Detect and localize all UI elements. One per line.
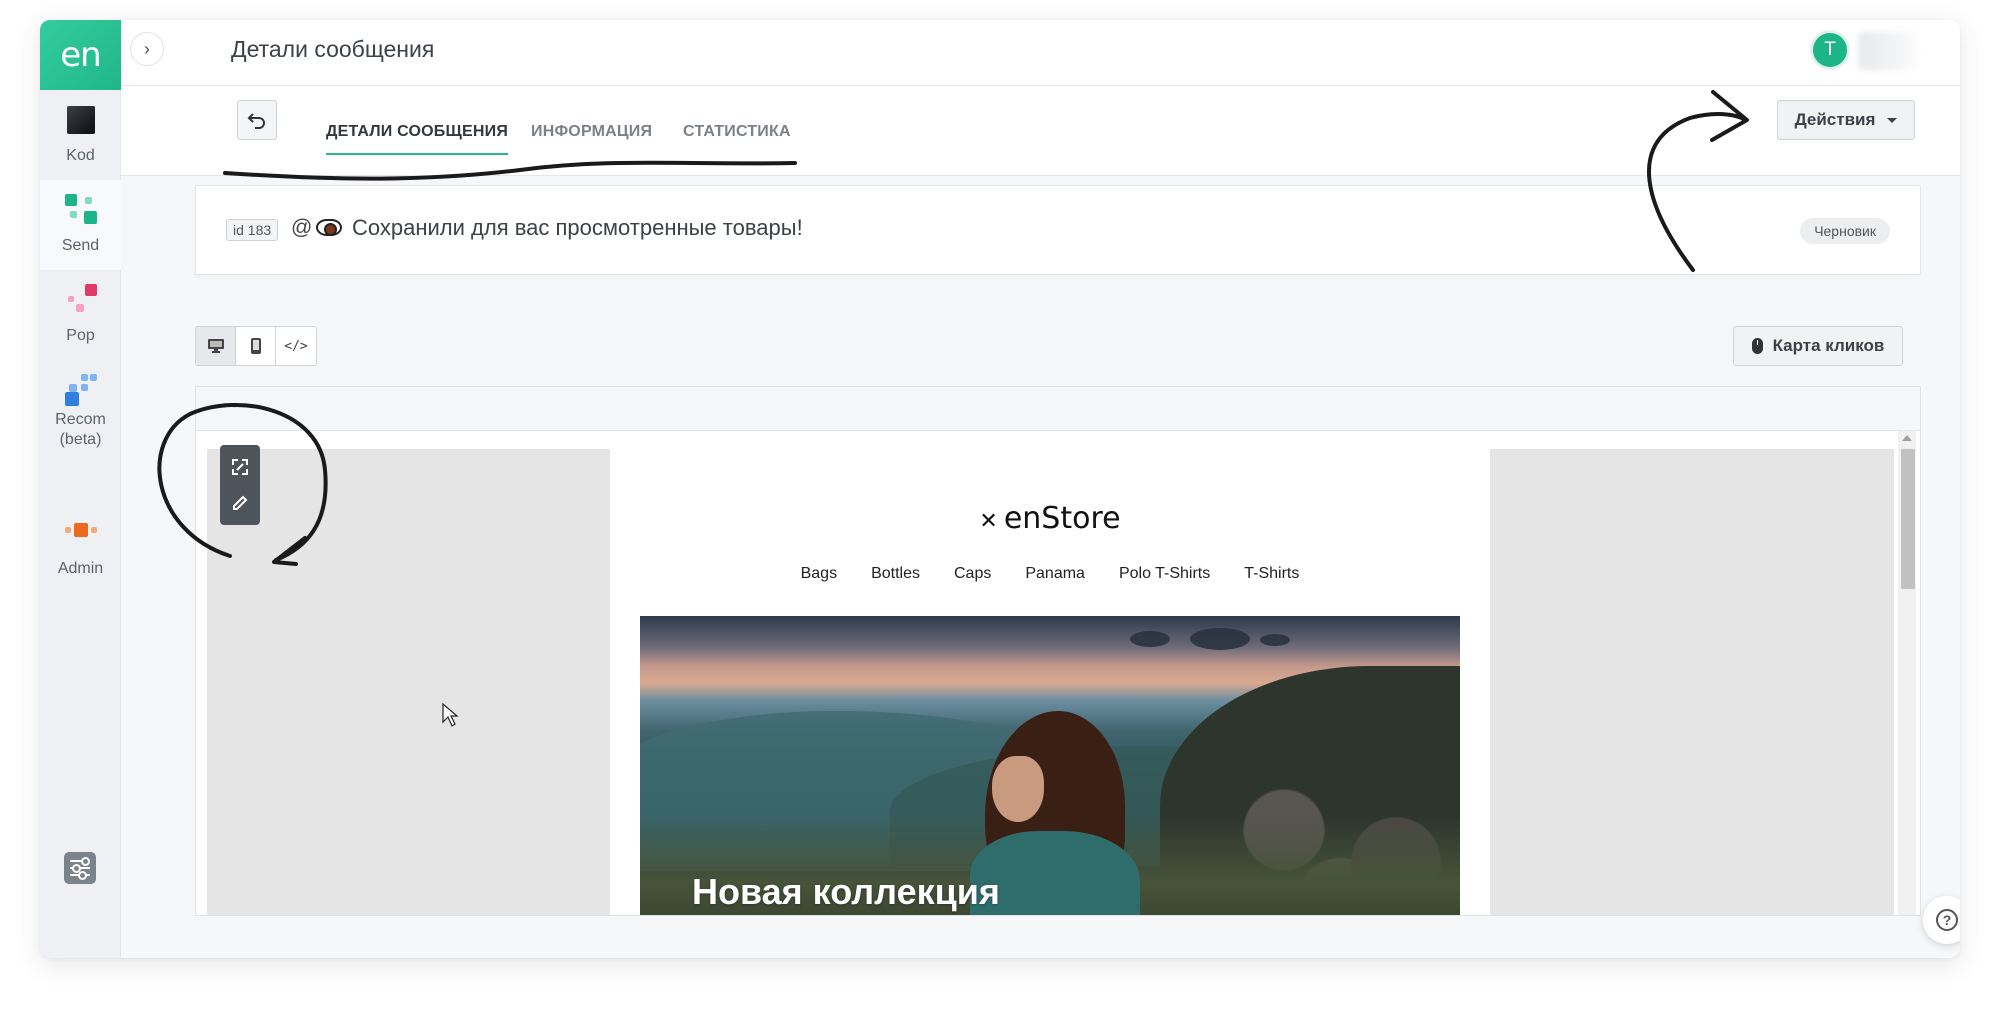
help-button[interactable]: ? (1923, 896, 1960, 944)
status-badge: Черновик (1800, 218, 1890, 244)
undo-icon (247, 113, 265, 129)
sidebar-item-label: Admin (57, 560, 104, 577)
caret-down-icon (1887, 117, 1898, 123)
sidebar-item-label: Pop (66, 327, 95, 344)
sidebar-item-kod[interactable]: Kod (40, 90, 121, 180)
pencil-icon[interactable] (230, 493, 250, 513)
preview-mode-toggle: </> (195, 326, 317, 366)
email-nav-link[interactable]: Panama (1025, 565, 1085, 583)
email-nav-link[interactable]: T-Shirts (1244, 565, 1299, 583)
chevron-right-icon: › (144, 38, 150, 59)
email-nav: Bags Bottles Caps Panama Polo T-Shirts T… (610, 565, 1490, 583)
message-id-badge: id 183 (226, 219, 279, 241)
email-nav-link[interactable]: Caps (954, 565, 991, 583)
email-background-left (207, 449, 610, 915)
sidebar-item-recom[interactable]: Recom (beta) (40, 360, 121, 450)
actions-dropdown-button[interactable]: Действия (1777, 100, 1915, 140)
email-nav-link[interactable]: Bags (801, 565, 837, 583)
sidebar-toggle-button[interactable]: › (130, 32, 164, 66)
avatar[interactable]: T (1810, 30, 1850, 70)
send-icon (64, 194, 97, 226)
sidebar-item-label: Send (61, 237, 100, 254)
tabs-bar: ДЕТАЛИ СООБЩЕНИЯ ИНФОРМАЦИЯ СТАТИСТИКА Д… (121, 86, 1960, 176)
sidebar: en Kod Send Pop Recom (beta) Admin (40, 20, 121, 958)
sidebar-item-label: Recom (beta) (55, 411, 106, 448)
email-hero-image[interactable]: Новая коллекция (640, 616, 1460, 915)
brand-mark-icon: ✕ (979, 509, 998, 534)
eye-icon (316, 219, 342, 236)
top-bar: Детали сообщения T (121, 20, 1960, 86)
code-icon: </> (284, 338, 308, 354)
email-channel-icon: @ (291, 216, 313, 239)
admin-icon (64, 517, 97, 549)
preview-toolbar (196, 387, 1920, 431)
hero-title: Новая коллекция (692, 871, 1000, 912)
email-background-right (1490, 449, 1894, 915)
message-summary-card: id 183 @ Сохранили для вас просмотренные… (195, 185, 1921, 275)
message-subject: Сохранили для вас просмотренные товары! (352, 215, 803, 240)
email-nav-link[interactable]: Polo T-Shirts (1119, 565, 1210, 583)
email-nav-link[interactable]: Bottles (871, 565, 920, 583)
tab-statistics[interactable]: СТАТИСТИКА (683, 123, 791, 153)
scroll-up-arrow-icon[interactable] (1902, 435, 1912, 441)
app-window: en Kod Send Pop Recom (beta) Admin Детал… (40, 20, 1960, 958)
mobile-view-button[interactable] (236, 327, 276, 365)
email-preview-frame: ✕ enStore Bags Bottles Caps Panama Polo T… (195, 386, 1921, 916)
expand-icon[interactable] (230, 457, 250, 477)
mouse-icon (1751, 338, 1763, 354)
desktop-icon (207, 339, 224, 353)
app-logo[interactable]: en (40, 20, 121, 90)
tab-message-details[interactable]: ДЕТАЛИ СООБЩЕНИЯ (326, 123, 509, 155)
user-name-blurred[interactable] (1858, 32, 1920, 70)
code-view-button[interactable]: </> (276, 327, 316, 365)
tab-information[interactable]: ИНФОРМАЦИЯ (531, 123, 652, 153)
sliders-icon[interactable] (64, 852, 96, 884)
page-title: Детали сообщения (231, 36, 435, 62)
block-edit-toolbar (220, 445, 260, 525)
sidebar-item-admin[interactable]: Admin (40, 503, 121, 593)
dots-icon (222, 403, 247, 408)
scroll-thumb[interactable] (1901, 449, 1915, 589)
sidebar-item-send[interactable]: Send (40, 180, 121, 270)
sidebar-item-pop[interactable]: Pop (40, 270, 121, 360)
desktop-view-button[interactable] (196, 327, 236, 365)
click-map-button[interactable]: Карта кликов (1733, 326, 1903, 366)
back-button[interactable] (237, 100, 277, 140)
recom-icon (64, 374, 97, 406)
preview-scrollbar[interactable] (1898, 431, 1916, 915)
mobile-icon (250, 338, 261, 354)
pop-icon (65, 284, 97, 316)
question-icon: ? (1936, 909, 1958, 931)
kod-icon (65, 104, 97, 136)
email-brand-logo[interactable]: ✕ enStore (610, 501, 1490, 536)
email-body: ✕ enStore Bags Bottles Caps Panama Polo T… (610, 449, 1490, 915)
sidebar-item-label: Kod (66, 147, 95, 164)
